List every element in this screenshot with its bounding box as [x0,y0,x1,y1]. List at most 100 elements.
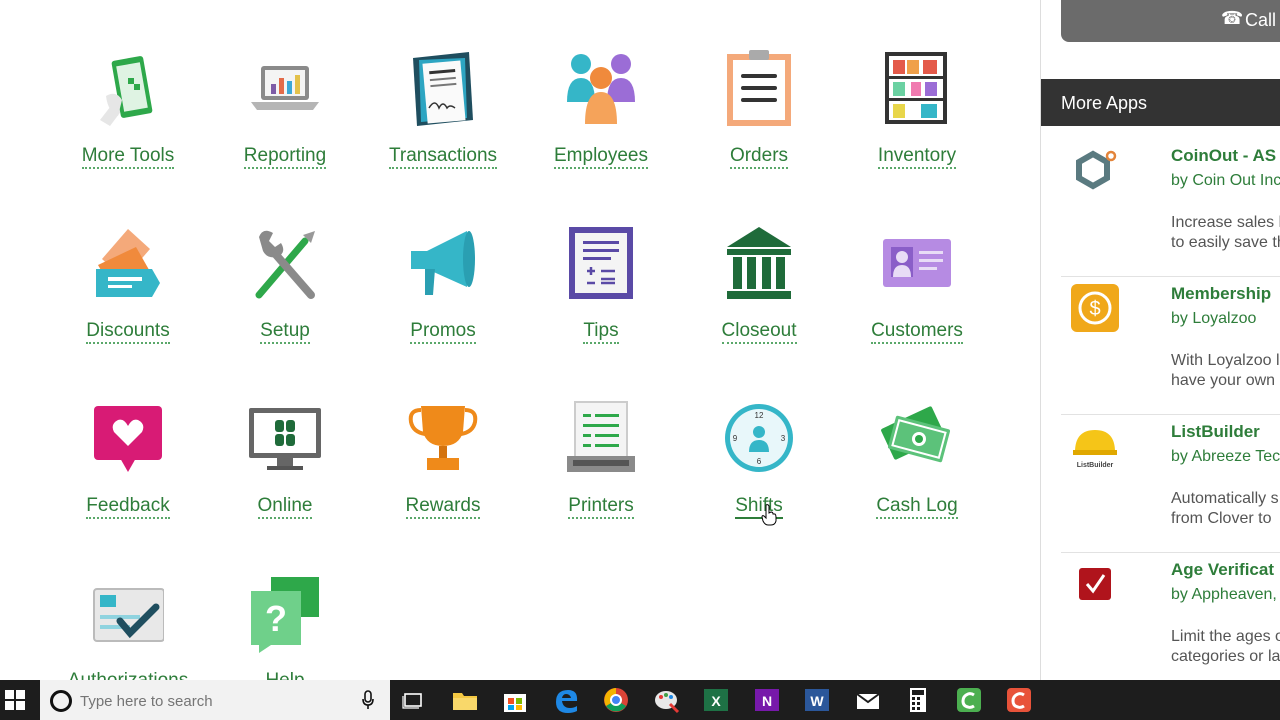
hand-cursor-icon [761,504,777,526]
tool-closeout[interactable]: Closeout [684,225,834,375]
app-name[interactable]: Membership [1171,284,1271,304]
tool-rewards[interactable]: Rewards [368,400,518,550]
call-button[interactable]: ☎ Call [1061,0,1280,42]
svg-text:$: $ [1089,298,1100,320]
card-check-icon [93,588,164,642]
app-card-coinout[interactable]: CoinOut - AS by Coin Out Inc Increase sa… [1061,138,1280,277]
sidebar: ☎ Call More Apps CoinOut - AS by Coin Ou… [1040,0,1280,680]
wrench-screwdriver-icon [255,230,315,299]
onenote-icon[interactable]: N [751,684,783,716]
tool-cash-log[interactable]: Cash Log [842,400,992,550]
excel-icon[interactable]: X [700,684,732,716]
app-description: have your own [1171,372,1276,389]
app-name[interactable]: Age Verificat [1171,560,1274,580]
tool-label: Rewards [405,495,481,519]
app-name[interactable]: CoinOut - AS [1171,146,1276,166]
app-description: to easily save th [1171,234,1280,251]
microphone-icon[interactable] [362,690,374,710]
app-card-age-verification[interactable]: Age Verificat by Appheaven, Limit the ag… [1061,552,1280,680]
heart-bubble-icon [94,406,162,472]
laptop-chart-icon [251,66,319,110]
tool-label: Closeout [721,320,797,344]
store-icon[interactable] [499,684,531,716]
megaphone-icon [411,231,475,295]
svg-text:X: X [711,693,721,709]
edge-browser-icon[interactable] [550,684,582,716]
windows-start-icon[interactable] [5,690,25,710]
receipt-icon [413,52,473,126]
svg-text:12: 12 [755,411,764,420]
tool-authorizations[interactable]: Authorizations [53,575,203,680]
tool-orders[interactable]: Orders [684,50,834,200]
apps-grid: More Tools Reporting Transactions Employ… [0,0,1040,680]
call-button-label: Call [1245,10,1277,30]
tool-label: Feedback [86,495,170,519]
tip-calculator-icon [569,227,633,299]
clipboard-icon [727,50,791,126]
tool-label: Printers [568,495,634,519]
tool-shifts[interactable]: 12 6 9 3 Shifts [684,400,834,550]
more-apps-header: More Apps [1041,79,1280,126]
file-explorer-icon[interactable] [449,684,481,716]
hand-phone-icon [100,56,153,126]
tool-label: Setup [260,320,310,344]
phone-icon: ☎ [1221,8,1244,28]
people-icon [567,54,635,124]
tool-reporting[interactable]: Reporting [210,50,360,200]
cortana-icon [50,690,72,712]
svg-text:6: 6 [757,457,762,466]
camtasia-green-icon[interactable] [953,684,985,716]
question-bubble-icon: ? [251,577,319,653]
bank-icon [727,227,791,299]
listbuilder-logo-icon: ListBuilder [1073,430,1117,469]
app-card-membership[interactable]: $ Membership by Loyalzoo With Loyalzoo l… [1061,276,1280,415]
tool-help[interactable]: ? Help [210,575,360,680]
tool-discounts[interactable]: Discounts [53,225,203,375]
tool-label: Discounts [86,320,170,344]
tool-setup[interactable]: Setup [210,225,360,375]
app-developer[interactable]: by Abreeze Tec [1171,448,1280,466]
monitor-clover-icon [249,408,321,470]
tool-transactions[interactable]: Transactions [368,50,518,200]
tag-icon [96,229,160,297]
app-description: Increase sales l [1171,214,1280,231]
tool-label: Help [265,670,305,680]
app-description: categories or la [1171,648,1280,665]
tool-label: More Tools [81,145,175,169]
tool-label: Authorizations [67,670,189,680]
app-name[interactable]: ListBuilder [1171,422,1260,442]
mail-icon[interactable] [852,684,884,716]
tool-label: Cash Log [876,495,958,519]
tool-customers[interactable]: Customers [842,225,992,375]
search-input[interactable] [78,688,352,714]
cash-icon [881,406,950,463]
app-card-listbuilder[interactable]: ListBuilder ListBuilder by Abreeze Tec A… [1061,414,1280,553]
app-description: from Clover to [1171,510,1272,527]
paint-app-icon[interactable] [650,684,682,716]
trophy-icon [408,406,478,470]
tool-inventory[interactable]: Inventory [842,50,992,200]
tool-feedback[interactable]: Feedback [53,400,203,550]
tool-printers[interactable]: Printers [526,400,676,550]
chrome-browser-icon[interactable] [600,684,632,716]
app-description: With Loyalzoo l [1171,352,1280,369]
tool-online[interactable]: Online [210,400,360,550]
word-icon[interactable]: W [801,684,833,716]
tool-tips[interactable]: Tips [526,225,676,375]
app-developer[interactable]: by Coin Out Inc [1171,172,1280,190]
taskbar: X N W [0,680,1280,720]
tool-label: Promos [410,320,476,344]
tool-label: Tips [583,320,619,344]
tool-label: Reporting [243,145,327,169]
svg-text:N: N [762,693,772,709]
task-view-icon[interactable] [398,684,430,716]
calculator-icon[interactable] [902,684,934,716]
camtasia-recorder-icon[interactable] [1003,684,1035,716]
tool-promos[interactable]: Promos [368,225,518,375]
tool-employees[interactable]: Employees [526,50,676,200]
app-developer[interactable]: by Appheaven, [1171,586,1277,604]
taskbar-search[interactable] [40,680,390,720]
tool-more-tools[interactable]: More Tools [53,50,203,200]
tool-label: Orders [729,145,789,169]
app-developer[interactable]: by Loyalzoo [1171,310,1256,328]
